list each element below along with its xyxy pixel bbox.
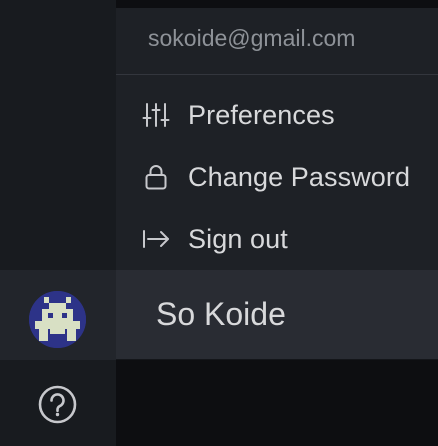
- avatar[interactable]: [29, 291, 86, 348]
- sliders-icon: [142, 101, 170, 129]
- menu-item-sign-out[interactable]: Sign out: [116, 209, 438, 269]
- menu-item-change-password[interactable]: Change Password: [116, 147, 438, 207]
- lock-icon: [142, 163, 170, 191]
- menu-item-label: Change Password: [188, 162, 411, 192]
- pixel-invader-avatar-icon: [29, 291, 86, 348]
- menu-user-header[interactable]: So Koide: [116, 270, 438, 359]
- question-circle-icon: [38, 385, 77, 424]
- user-email: sokoide@gmail.com: [148, 25, 356, 51]
- user-name: So Koide: [156, 296, 286, 332]
- sign-out-arrow-icon: [142, 225, 170, 253]
- menu-item-label: Sign out: [188, 224, 288, 254]
- menu-divider: [116, 74, 438, 75]
- menu-item-label: Preferences: [188, 100, 335, 130]
- side-navigation: [0, 0, 116, 446]
- menu-item-preferences[interactable]: Preferences: [116, 85, 438, 145]
- profile-dropdown-menu: sokoide@gmail.com Preferences Change Pas…: [116, 8, 438, 360]
- help-button[interactable]: [37, 384, 78, 425]
